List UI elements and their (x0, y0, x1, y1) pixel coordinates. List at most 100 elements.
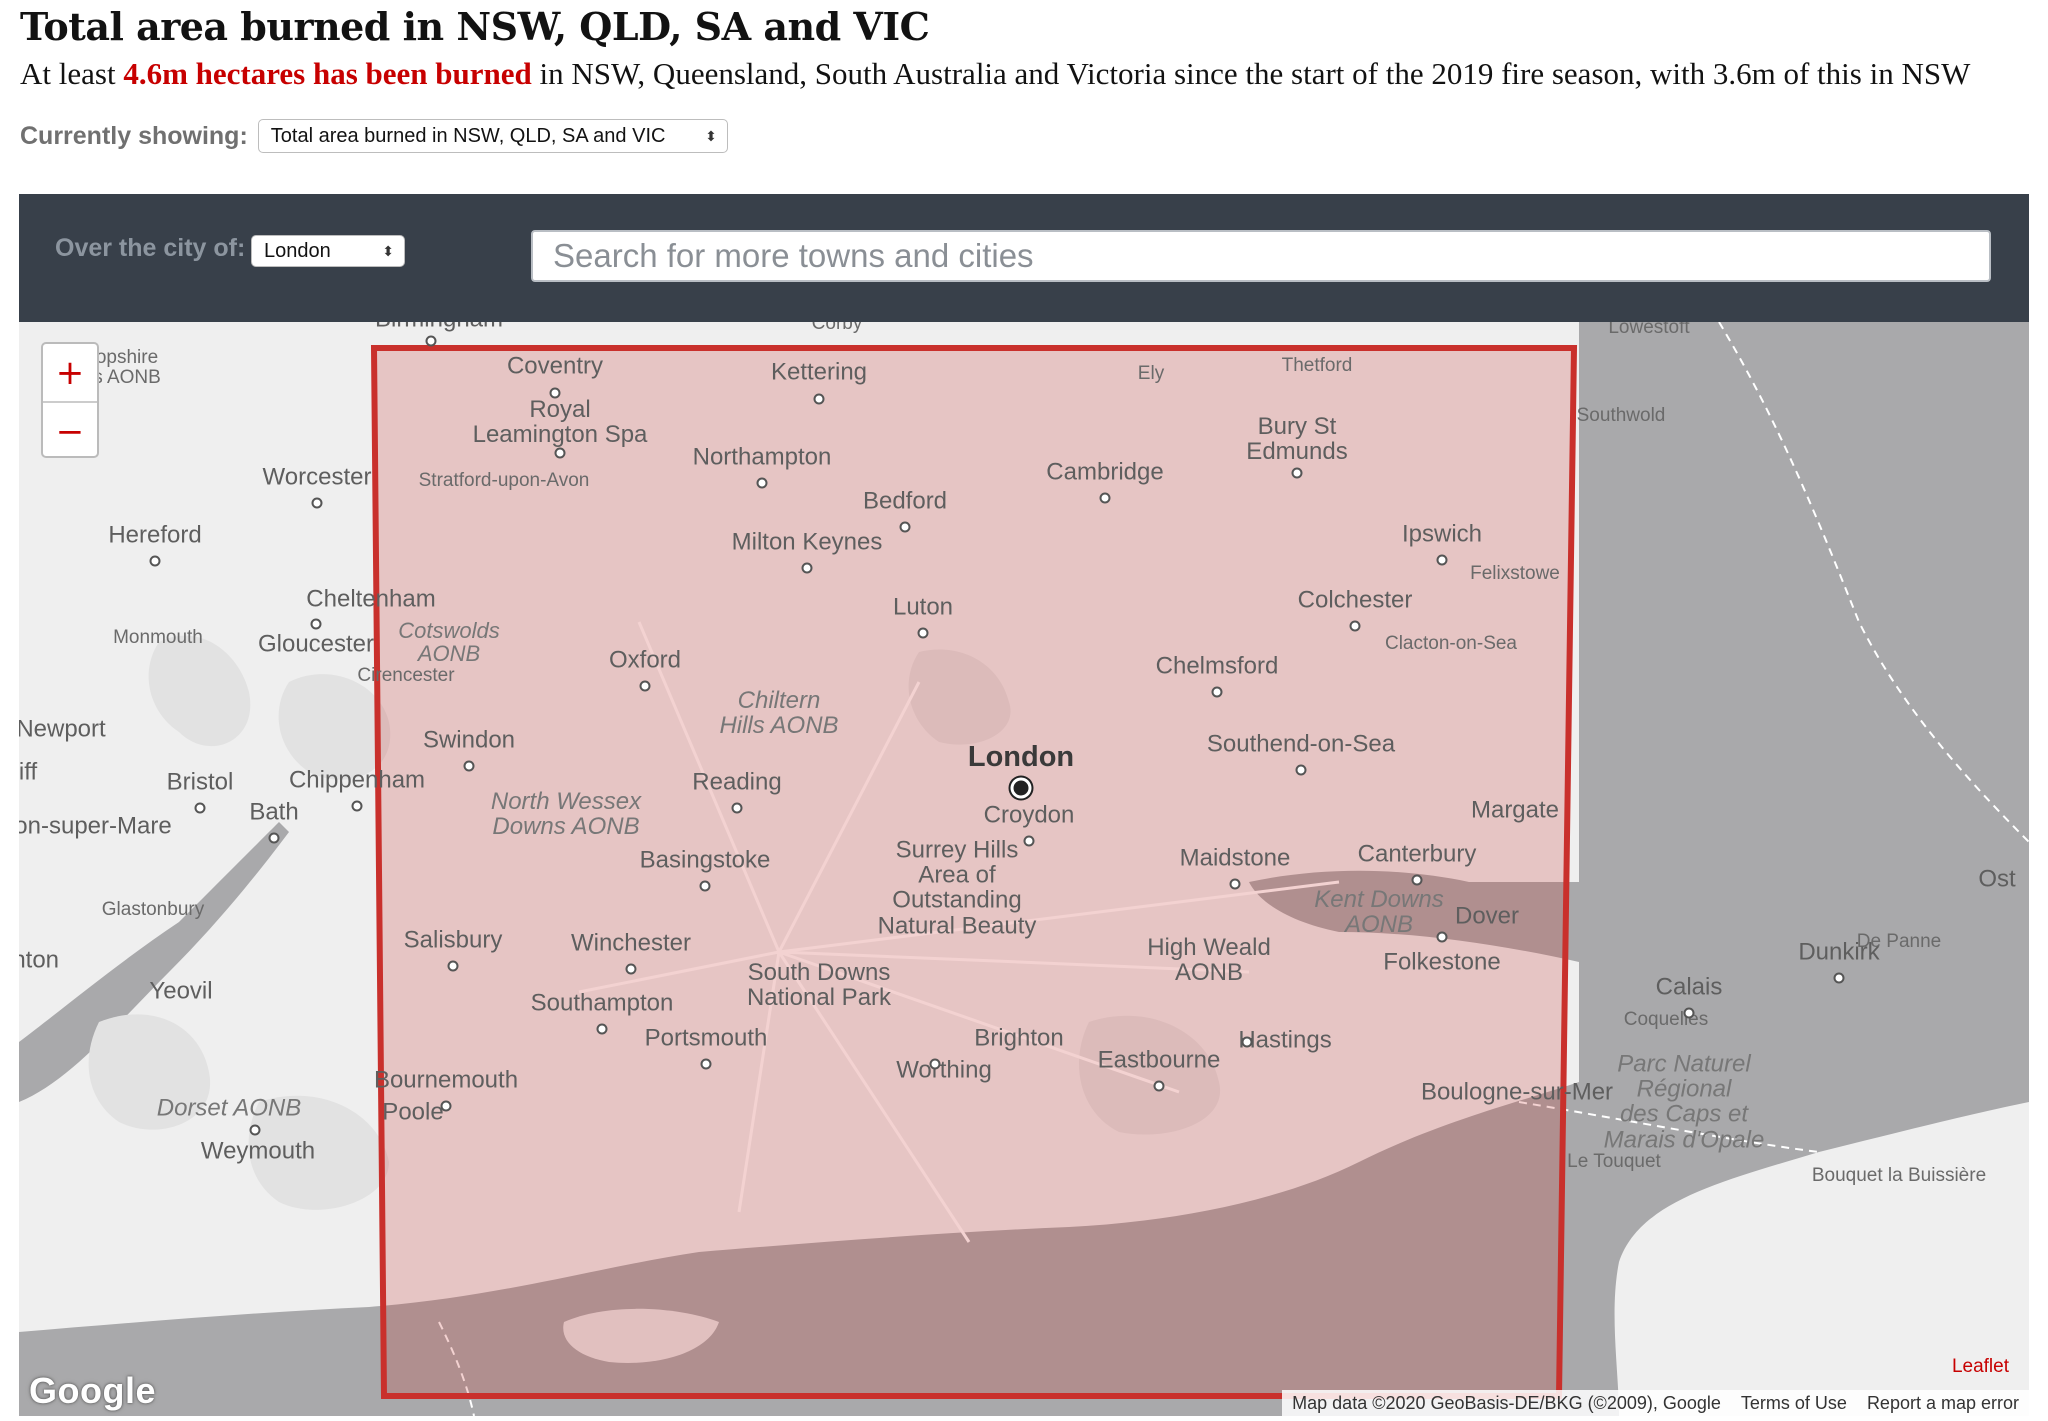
leaflet-link[interactable]: Leaflet (1952, 1356, 2009, 1378)
label-shropshire-aonb: opshire s AONB (93, 347, 161, 388)
label-oxford: Oxford (608, 646, 682, 674)
currently-showing-label: Currently showing: (20, 121, 248, 150)
city-marker (194, 802, 206, 814)
city-marker (1683, 1007, 1695, 1019)
label-kent-downs-aonb: Kent Downs AONB (1314, 885, 1444, 938)
label-dunkirk: Dunkirk (1798, 938, 1880, 966)
standfirst-pre: At least (20, 56, 124, 91)
attribution-text: Map data ©2020 GeoBasis-DE/BKG (©2009), … (1292, 1392, 1721, 1413)
city-marker (1833, 972, 1845, 984)
city-panel: Over the city of: London ⬍ (19, 194, 2029, 322)
label-lowestoft: Lowestoft (1608, 322, 1690, 339)
city-marker (447, 960, 459, 972)
city-marker (310, 618, 322, 630)
label-weymouth: Weymouth (200, 1137, 316, 1165)
city-marker (554, 447, 566, 459)
label-boulogne-sur-mer: Boulogne-sur-Mer (1420, 1078, 1614, 1106)
label-hereford: Hereford (108, 521, 202, 549)
label-glastonbury: Glastonbury (101, 899, 205, 921)
label-ostend: Ost (1978, 865, 2016, 893)
city-marker (1099, 492, 1111, 504)
city-select-value: London (264, 239, 331, 262)
label-coventry: Coventry (506, 352, 604, 380)
label-bouquet-la-buissiere: Bouquet la Buissière (1811, 1165, 1987, 1187)
label-bedford: Bedford (862, 487, 948, 515)
dataset-select[interactable]: Total area burned in NSW, QLD, SA and VI… (257, 119, 728, 153)
label-royal-leamington-spa: Royal Leamington Spa (472, 395, 648, 448)
label-brighton: Brighton (974, 1024, 1064, 1052)
label-canterbury: Canterbury (1357, 840, 1477, 868)
map[interactable]: Birmingham Corby Lowestoft opshires AONB… (19, 322, 2029, 1416)
label-cardiff: iff (19, 758, 38, 786)
label-high-weald-aonb: High Weald AONB (1147, 933, 1271, 986)
city-marker (756, 477, 768, 489)
city-marker (1349, 620, 1361, 632)
currently-showing-row: Currently showing: Total area burned in … (20, 119, 728, 153)
label-thetford: Thetford (1281, 355, 1353, 377)
label-southend-on-sea: Southend-on-Sea (1206, 730, 1396, 758)
map-attribution: Map data ©2020 GeoBasis-DE/BKG (©2009), … (1282, 1390, 2029, 1416)
city-marker (249, 1124, 261, 1136)
city-marker (1436, 554, 1448, 566)
city-marker (731, 802, 743, 814)
label-colchester: Colchester (1297, 586, 1413, 614)
zoom-in-button[interactable]: + (43, 344, 97, 401)
label-milton-keynes: Milton Keynes (731, 528, 883, 556)
city-marker (639, 680, 651, 692)
city-marker (813, 393, 825, 405)
select-chevron-icon: ⬍ (705, 128, 717, 144)
label-taunton: unton (19, 946, 60, 974)
label-southampton: Southampton (530, 989, 674, 1017)
label-ely: Ely (1137, 363, 1165, 385)
label-cheltenham: Cheltenham (306, 585, 436, 613)
city-marker (1229, 878, 1241, 890)
label-worthing: Worthing (896, 1056, 992, 1084)
terms-of-use-link[interactable]: Terms of Use (1741, 1393, 1847, 1414)
label-dorset-aonb: Dorset AONB (156, 1094, 302, 1122)
label-felixstowe: Felixstowe (1470, 563, 1560, 585)
city-select[interactable]: London ⬍ (251, 235, 405, 267)
label-south-downs-national-park: South Downs National Park (746, 958, 892, 1011)
city-marker (1411, 874, 1423, 886)
label-cirencester: Cirencester (357, 665, 455, 687)
city-marker (917, 627, 929, 639)
label-winchester: Winchester (570, 929, 692, 957)
label-reading: Reading (692, 768, 782, 796)
dataset-select-value: Total area burned in NSW, QLD, SA and VI… (270, 124, 666, 147)
label-bury-st-edmunds: Bury St Edmunds (1246, 412, 1348, 465)
city-marker (700, 1058, 712, 1070)
city-marker (268, 832, 280, 844)
label-yeovil: Yeovil (149, 977, 213, 1005)
city-label: Over the city of: (55, 234, 246, 262)
label-southwold: Southwold (1576, 405, 1666, 427)
city-marker (351, 800, 363, 812)
google-logo: Google (29, 1370, 156, 1411)
city-marker (463, 760, 475, 772)
city-marker (929, 1058, 941, 1070)
label-dover: Dover (1454, 902, 1520, 930)
city-marker (1295, 764, 1307, 776)
label-ipswich: Ipswich (1401, 520, 1483, 548)
label-bournemouth: Bournemouth (373, 1066, 519, 1094)
label-chelmsford: Chelmsford (1155, 652, 1279, 680)
city-marker (149, 555, 161, 567)
label-weston-super-mare: on-super-Mare (19, 812, 172, 840)
label-kettering: Kettering (770, 358, 868, 386)
zoom-out-button[interactable]: − (43, 401, 97, 460)
page-title: Total area burned in NSW, QLD, SA and VI… (20, 4, 930, 49)
city-marker (1211, 686, 1223, 698)
standfirst: At least 4.6m hectares has been burned i… (20, 56, 2040, 92)
label-coquelles: Coquelles (1623, 1009, 1709, 1031)
label-monmouth: Monmouth (113, 627, 203, 649)
search-input[interactable] (531, 230, 1991, 282)
label-corby: Corby (811, 322, 863, 335)
label-basingstoke: Basingstoke (639, 846, 771, 874)
label-northampton: Northampton (692, 443, 832, 471)
label-margate: Margate (1470, 796, 1560, 824)
city-marker (1023, 835, 1035, 847)
label-chiltern-hills-aonb: Chiltern Hills AONB (719, 686, 839, 739)
report-map-error-link[interactable]: Report a map error (1867, 1393, 2019, 1414)
city-marker (311, 497, 323, 509)
label-gloucester: Gloucester (257, 630, 375, 658)
london-capital-marker (1013, 780, 1029, 796)
